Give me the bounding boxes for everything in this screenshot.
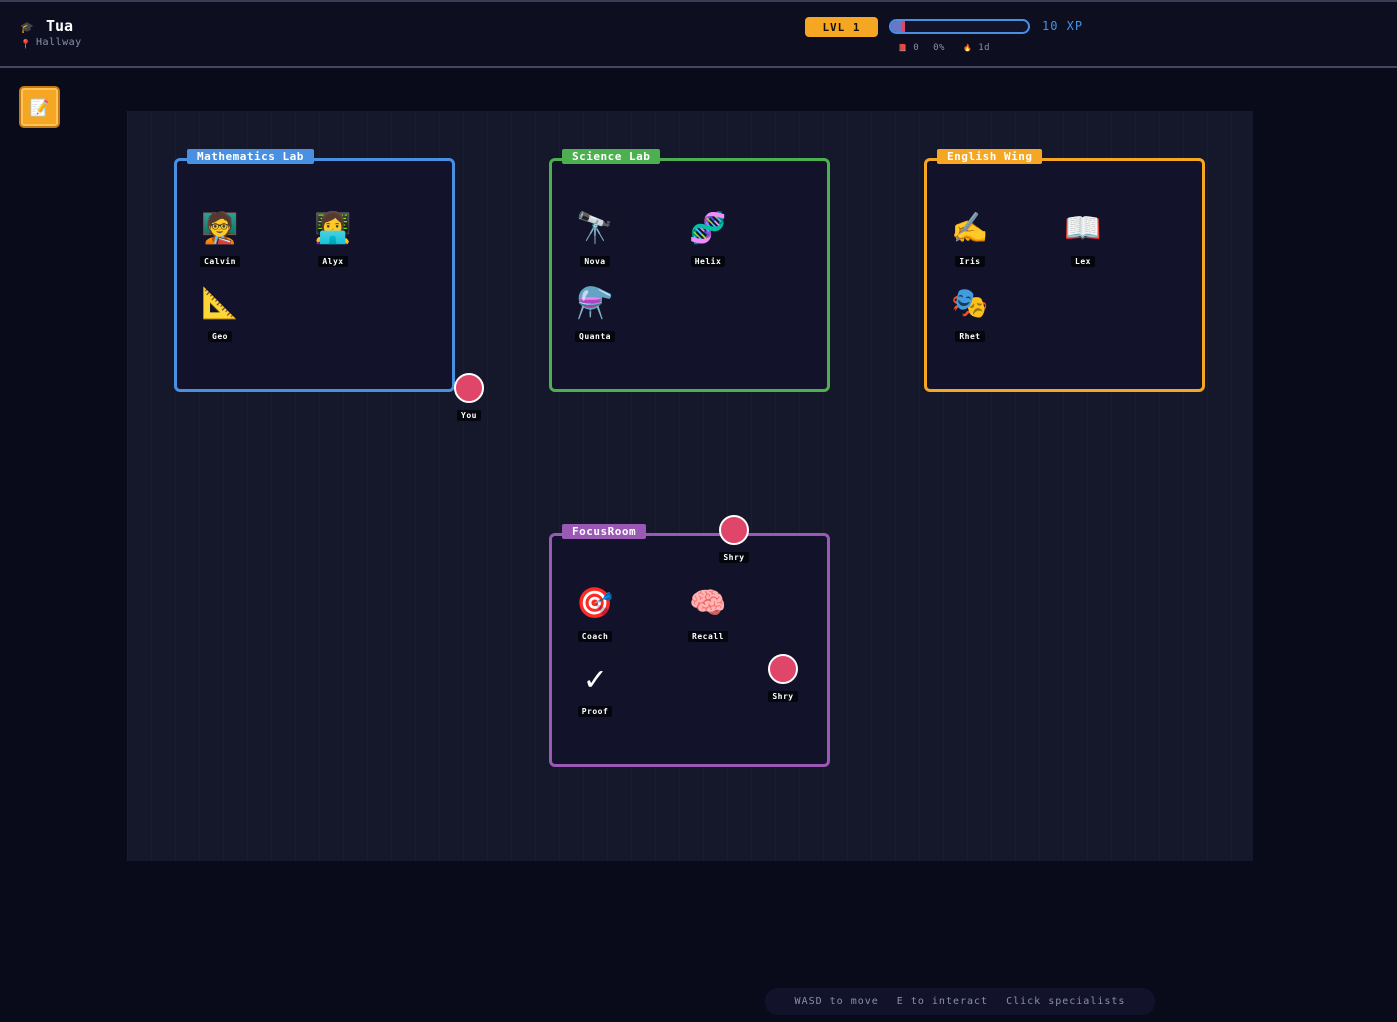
- telescope-icon: 🔭: [576, 211, 614, 246]
- graduation-cap-icon: 🎓: [20, 21, 34, 34]
- specialist-recall[interactable]: 🧠 Recall: [678, 584, 738, 643]
- specialist-name: Lex: [1071, 256, 1095, 267]
- player-name-tag: You: [457, 410, 481, 421]
- xp-label: 10 XP: [1042, 19, 1084, 33]
- notes-icon: 📝: [29, 97, 50, 117]
- player-dot: [719, 515, 749, 545]
- specialist-coach[interactable]: 🎯 Coach: [565, 584, 625, 643]
- brain-icon: 🧠: [689, 586, 727, 621]
- specialist-nova[interactable]: 🔭 Nova: [565, 209, 625, 268]
- specialist-name: Proof: [577, 706, 613, 717]
- room-focus-room: FocusRoom 🎯 Coach 🧠 Recall ✓ Proof: [549, 524, 830, 767]
- controls-hint: WASD to move E to interact Click special…: [765, 988, 1155, 1015]
- room-mathematics-lab: Mathematics Lab 🧑‍🏫 Calvin 👩‍💻 Alyx 📐 Ge…: [174, 149, 455, 392]
- notes-button[interactable]: 📝: [19, 86, 60, 128]
- specialist-name: Geo: [208, 331, 232, 342]
- room-title: Mathematics Lab: [187, 149, 314, 164]
- specialist-name: Quanta: [575, 331, 615, 342]
- location-label: Hallway: [36, 37, 82, 48]
- room-english-wing: English Wing ✍️ Iris 📖 Lex 🎭 Rhet: [924, 149, 1205, 392]
- school-map: Mathematics Lab 🧑‍🏫 Calvin 👩‍💻 Alyx 📐 Ge…: [127, 111, 1253, 861]
- teacher-icon: 🧑‍🏫: [201, 211, 239, 246]
- player-avatar-shry[interactable]: Shry: [753, 654, 813, 703]
- xp-progress-bar: [889, 19, 1030, 34]
- specialist-name: Recall: [688, 631, 728, 642]
- specialist-quanta[interactable]: ⚗️ Quanta: [565, 284, 625, 343]
- streak-value: 1d: [978, 43, 991, 53]
- player-name: Tua: [46, 17, 74, 35]
- player-avatar-shry[interactable]: Shry: [704, 515, 764, 564]
- specialist-name: Alyx: [318, 256, 348, 267]
- flask-icon: ⚗️: [576, 286, 614, 321]
- specialist-alyx[interactable]: 👩‍💻 Alyx: [303, 209, 363, 268]
- specialist-lex[interactable]: 📖 Lex: [1053, 209, 1113, 268]
- specialist-name: Nova: [580, 256, 610, 267]
- target-icon: 🎯: [576, 586, 614, 621]
- level-badge: LVL 1: [805, 17, 878, 37]
- room-title: FocusRoom: [562, 524, 647, 539]
- top-bar: 🎓 Tua 📍 Hallway LVL 1 10 XP 📕 0 0% 🔥 1d: [0, 0, 1397, 68]
- specialist-iris[interactable]: ✍️ Iris: [940, 209, 1000, 268]
- technologist-icon: 👩‍💻: [314, 211, 352, 246]
- specialist-name: Rhet: [955, 331, 985, 342]
- dna-icon: 🧬: [689, 211, 727, 246]
- hint-interact: E to interact: [896, 996, 989, 1007]
- specialist-geo[interactable]: 📐 Geo: [190, 284, 250, 343]
- xp-progress-fill: [891, 21, 905, 32]
- player-dot: [454, 373, 484, 403]
- hint-move: WASD to move: [794, 996, 879, 1007]
- specialist-name: Coach: [577, 631, 613, 642]
- check-mark-icon: ✓: [584, 659, 606, 699]
- player-name-tag: Shry: [719, 552, 749, 563]
- writing-hand-icon: ✍️: [951, 211, 989, 246]
- triangular-ruler-icon: 📐: [201, 286, 239, 321]
- specialist-calvin[interactable]: 🧑‍🏫 Calvin: [190, 209, 250, 268]
- open-book-icon: 📖: [1064, 211, 1102, 246]
- specialist-name: Iris: [955, 256, 985, 267]
- specialist-name: Calvin: [200, 256, 240, 267]
- hint-click: Click specialists: [1006, 996, 1126, 1007]
- specialist-proof[interactable]: ✓ Proof: [565, 659, 625, 718]
- player-avatar-you: You: [439, 373, 499, 422]
- specialist-rhet[interactable]: 🎭 Rhet: [940, 284, 1000, 343]
- pin-icon: 📍: [20, 40, 32, 50]
- flame-icon: 🔥: [962, 44, 973, 52]
- room-science-lab: Science Lab 🔭 Nova 🧬 Helix ⚗️ Quanta: [549, 149, 830, 392]
- player-dot: [768, 654, 798, 684]
- specialist-helix[interactable]: 🧬 Helix: [678, 209, 738, 268]
- room-title: Science Lab: [562, 149, 661, 164]
- theater-masks-icon: 🎭: [951, 286, 989, 321]
- accuracy-value: 0%: [933, 43, 945, 53]
- specialist-name: Helix: [690, 256, 726, 267]
- notebook-icon: 📕: [898, 44, 908, 52]
- room-title: English Wing: [937, 149, 1043, 164]
- stats-row: 📕 0 0% 🔥 1d: [898, 43, 990, 53]
- notebook-count: 0: [913, 43, 920, 53]
- player-name-tag: Shry: [768, 691, 798, 702]
